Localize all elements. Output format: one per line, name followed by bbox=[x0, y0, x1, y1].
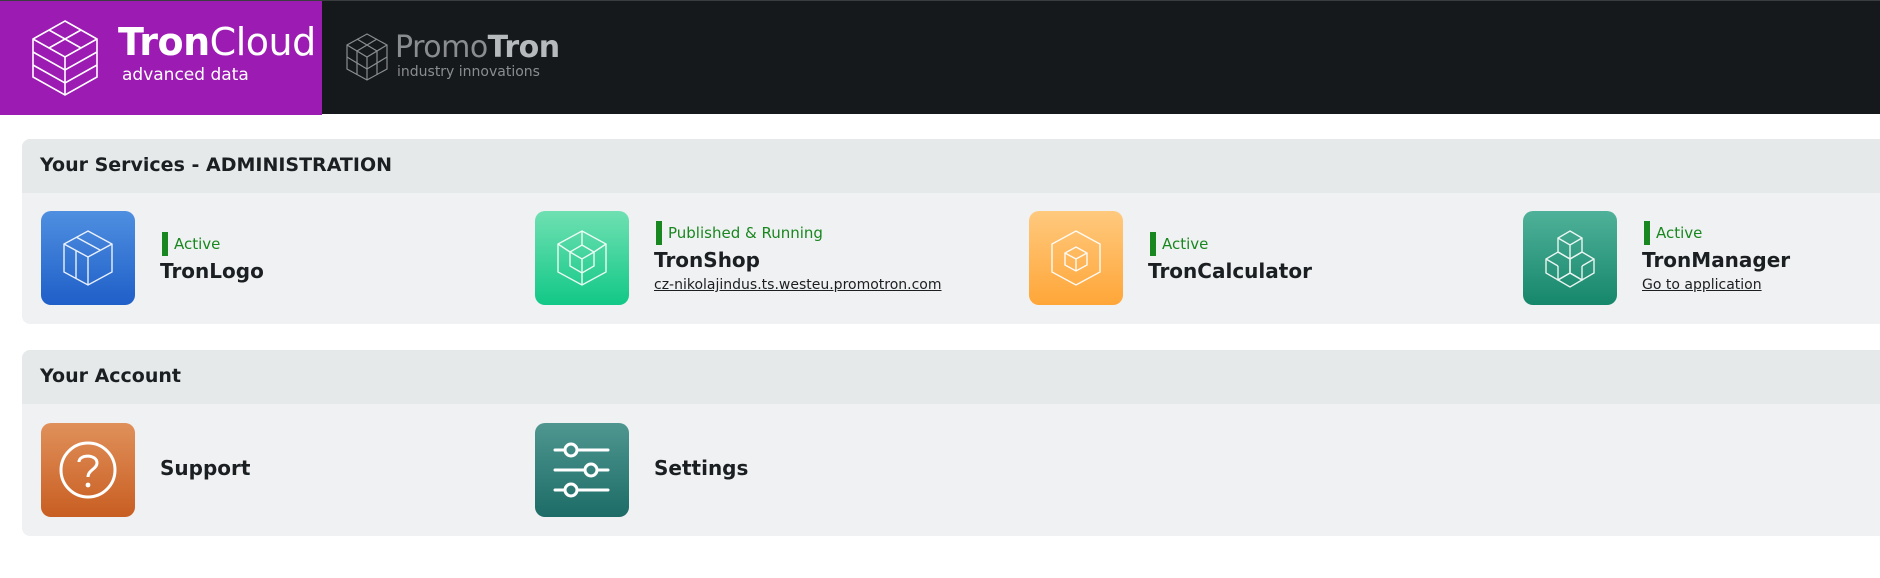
tronmanager-status: Active bbox=[1644, 221, 1702, 245]
tronshop-link[interactable]: cz-nikolajindus.ts.westeu.promotron.com bbox=[654, 277, 942, 293]
services-panel: Your Services - ADMINISTRATION Active Tr… bbox=[22, 139, 1880, 324]
troncalculator-tile[interactable] bbox=[1029, 211, 1123, 305]
hexagon-cube-icon bbox=[1051, 230, 1101, 286]
tronmanager-tile[interactable] bbox=[1523, 211, 1617, 305]
tronmanager-name[interactable]: TronManager bbox=[1642, 248, 1790, 272]
nested-cube-icon bbox=[557, 230, 607, 286]
account-panel: Your Account Support Settings bbox=[22, 350, 1880, 536]
cube-icon bbox=[63, 230, 113, 286]
tronlogo-status: Active bbox=[162, 232, 220, 256]
troncloud-tagline: advanced data bbox=[122, 65, 249, 85]
promotron-logo-icon bbox=[346, 33, 388, 81]
question-circle-icon bbox=[59, 441, 117, 499]
sliders-icon bbox=[553, 442, 610, 498]
troncalculator-name[interactable]: TronCalculator bbox=[1148, 259, 1312, 283]
settings-tile[interactable] bbox=[535, 423, 629, 517]
troncloud-wordmark: TronCloud bbox=[118, 20, 316, 64]
account-title: Your Account bbox=[40, 365, 181, 387]
tronlogo-name[interactable]: TronLogo bbox=[160, 259, 264, 283]
tronmanager-link[interactable]: Go to application bbox=[1642, 277, 1762, 293]
promotron-tagline: industry innovations bbox=[397, 64, 540, 80]
troncloud-logo-icon bbox=[32, 20, 98, 96]
stacked-cubes-icon bbox=[1545, 230, 1595, 288]
services-title: Your Services - ADMINISTRATION bbox=[40, 154, 393, 176]
tronshop-tile[interactable] bbox=[535, 211, 629, 305]
support-tile[interactable] bbox=[41, 423, 135, 517]
troncloud-brand[interactable]: TronCloud advanced data bbox=[0, 1, 322, 115]
tronshop-name[interactable]: TronShop bbox=[654, 248, 760, 272]
promotron-wordmark[interactable]: PromoTron bbox=[395, 33, 560, 63]
top-header: TronCloud advanced data PromoTron indust… bbox=[0, 0, 1880, 115]
troncalculator-status: Active bbox=[1150, 232, 1208, 256]
settings-name[interactable]: Settings bbox=[654, 456, 748, 480]
tronshop-status: Published & Running bbox=[656, 221, 823, 245]
account-panel-header bbox=[22, 350, 1880, 404]
tronlogo-tile[interactable] bbox=[41, 211, 135, 305]
support-name[interactable]: Support bbox=[160, 456, 250, 480]
